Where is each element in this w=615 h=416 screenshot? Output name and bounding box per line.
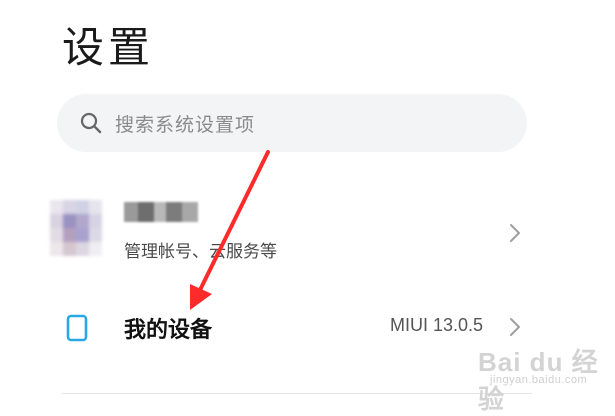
watermark-url: jingyan.baidu.com xyxy=(490,374,588,386)
page-title: 设置 xyxy=(62,23,155,72)
divider xyxy=(62,393,532,394)
baidu-watermark: Bai du 经验 jingyan.baidu.com xyxy=(470,342,610,414)
chevron-right-icon xyxy=(510,224,520,242)
account-row[interactable]: 管理帐号、云服务等 xyxy=(0,190,615,270)
account-subtitle: 管理帐号、云服务等 xyxy=(124,242,277,262)
search-bar[interactable]: 搜索系统设置项 xyxy=(57,94,527,152)
account-name-obscured xyxy=(124,202,198,222)
my-device-label: 我的设备 xyxy=(124,318,213,343)
avatar xyxy=(50,200,102,256)
miui-version: MIUI 13.0.5 xyxy=(390,315,484,335)
search-icon xyxy=(80,112,102,134)
phone-icon xyxy=(66,314,88,342)
chevron-right-icon xyxy=(510,318,520,336)
search-input[interactable]: 搜索系统设置项 xyxy=(115,110,255,137)
